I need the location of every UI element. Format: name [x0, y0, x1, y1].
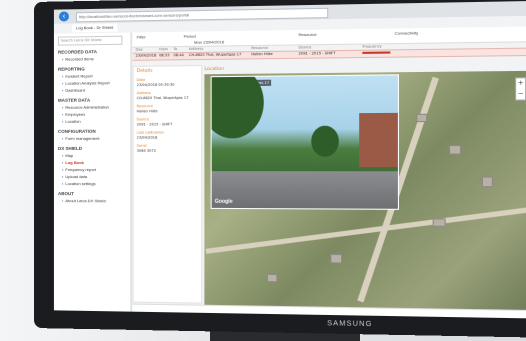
- back-icon[interactable]: ‹: [58, 11, 69, 22]
- map-building: [416, 113, 428, 123]
- col-address[interactable]: Address: [189, 47, 203, 51]
- detail-date-label: Date: [136, 77, 146, 83]
- browser-tab[interactable]: Log Book - Dr Shield: [71, 23, 118, 33]
- period-label: Period: [183, 33, 196, 39]
- col-device[interactable]: Device: [299, 45, 312, 49]
- section-configuration: CONFIGURATION: [57, 128, 96, 134]
- monitor: ‹ http://localhost/lieu-sensors-fleet/m/…: [34, 0, 526, 338]
- sidebar-item-incident-report[interactable]: Incident Report: [62, 73, 92, 78]
- building: [359, 112, 398, 168]
- date-value[interactable]: Mon 23/04/2018: [194, 39, 224, 45]
- details-panel: Details Date 23/04/2018 09:30:30 Address…: [132, 65, 203, 304]
- cell-address: CH-8620 Thal, Wupertgas 17: [188, 51, 242, 57]
- col-frequency[interactable]: Frequency: [362, 44, 381, 48]
- sidebar-item-location-settings[interactable]: Location settings: [62, 181, 95, 186]
- cell-device: 2091 - 2015 - SHIFT: [298, 50, 336, 56]
- zoom-control[interactable]: + −: [515, 77, 526, 101]
- map-building: [449, 145, 462, 155]
- browser-bar: ‹ http://localhost/lieu-sensors-fleet/m/…: [53, 0, 526, 24]
- detail-serial-value: 3064 3072: [136, 148, 156, 153]
- detail-resource-value: Hollen Hüte: [136, 109, 158, 114]
- monitor-brand-logo: SAMSUNG: [327, 320, 373, 329]
- detail-address-value: CH-8620 Thal, Wupertgas 17: [136, 95, 189, 101]
- satellite-map[interactable]: Ch-8620 Thal, Wupertgas 17 Google +−: [204, 70, 526, 310]
- sidebar-item-frequency-report[interactable]: Frequency report: [62, 167, 96, 172]
- detail-device-label: Device: [136, 117, 149, 122]
- address-bar[interactable]: http://localhost/lieu-sensors-fleet/m/sm…: [75, 7, 329, 23]
- col-to[interactable]: To: [173, 47, 177, 51]
- filter-label: Filter: [136, 34, 146, 40]
- details-title: Details: [136, 68, 153, 74]
- detail-calibration-label: Last calibration: [136, 130, 165, 135]
- resource-label: Resource: [298, 31, 317, 38]
- sidebar: Search Leica DX Shield RECORDED DATA Rec…: [53, 32, 132, 312]
- tree: [311, 125, 339, 157]
- detail-address-label: Address: [136, 91, 151, 96]
- cell-resource: Hollen Hüte: [251, 51, 273, 56]
- sidebar-item-resource-admin[interactable]: Resource Administration: [62, 104, 109, 109]
- sidebar-item-log-book[interactable]: Log Book: [62, 160, 84, 165]
- sidebar-item-upload-data[interactable]: Upload data: [62, 174, 87, 179]
- detail-serial-label: Serial: [136, 143, 147, 148]
- section-reporting: REPORTING: [57, 66, 85, 72]
- tree: [210, 74, 264, 139]
- sidebar-item-map[interactable]: Map: [62, 153, 73, 158]
- map-building: [266, 273, 278, 283]
- location-title: Location: [204, 66, 225, 73]
- col-from[interactable]: From: [159, 47, 168, 51]
- detail-date-value: 23/04/2018 09:30:30: [136, 82, 175, 88]
- sidebar-item-location[interactable]: Location: [62, 119, 80, 124]
- street-road: [211, 171, 398, 209]
- frequency-bar: [362, 51, 391, 54]
- detail-resource-label: Resource: [136, 104, 154, 109]
- col-day[interactable]: Day: [136, 48, 143, 52]
- street-view-popup[interactable]: Ch-8620 Thal, Wupertgas 17 Google: [210, 74, 399, 210]
- sidebar-item-form-management[interactable]: Form management: [62, 136, 99, 141]
- map-building: [432, 218, 446, 227]
- sidebar-item-about[interactable]: About Leica DX Shield: [62, 198, 105, 203]
- google-logo: Google: [214, 198, 233, 205]
- section-master-data: MASTER DATA: [57, 97, 91, 103]
- section-dx-shield: DX SHIELD: [57, 145, 83, 151]
- screen: ‹ http://localhost/lieu-sensors-fleet/m/…: [53, 0, 526, 319]
- sidebar-search-input[interactable]: Search Leica DX Shield: [57, 35, 123, 46]
- sidebar-item-dashboard[interactable]: Dashboard: [62, 88, 85, 93]
- sidebar-item-location-analysis[interactable]: Location Analysis Report: [62, 80, 109, 85]
- cell-to: 08:44: [173, 52, 184, 57]
- col-resource[interactable]: Resource: [251, 46, 268, 50]
- cell-day: 23/04/2018: [135, 52, 157, 58]
- sidebar-item-recorded-items[interactable]: Recorded Items: [62, 56, 93, 61]
- detail-calibration-value: 23/04/2018: [136, 135, 158, 140]
- map-building: [481, 176, 493, 188]
- map-building: [330, 253, 343, 264]
- map-road: [205, 207, 526, 254]
- section-about: ABOUT: [57, 191, 74, 197]
- detail-device-value: 2091 - 2015 - SHIFT: [136, 122, 173, 127]
- cell-from: 08:33: [159, 52, 170, 57]
- connectivity-label: Connectivity: [394, 30, 419, 36]
- section-recorded-data: RECORDED DATA: [57, 49, 97, 55]
- main-content: Filter Period Mon 23/04/2018 Resource Co…: [132, 26, 526, 319]
- sidebar-item-employees[interactable]: Employees: [62, 112, 85, 117]
